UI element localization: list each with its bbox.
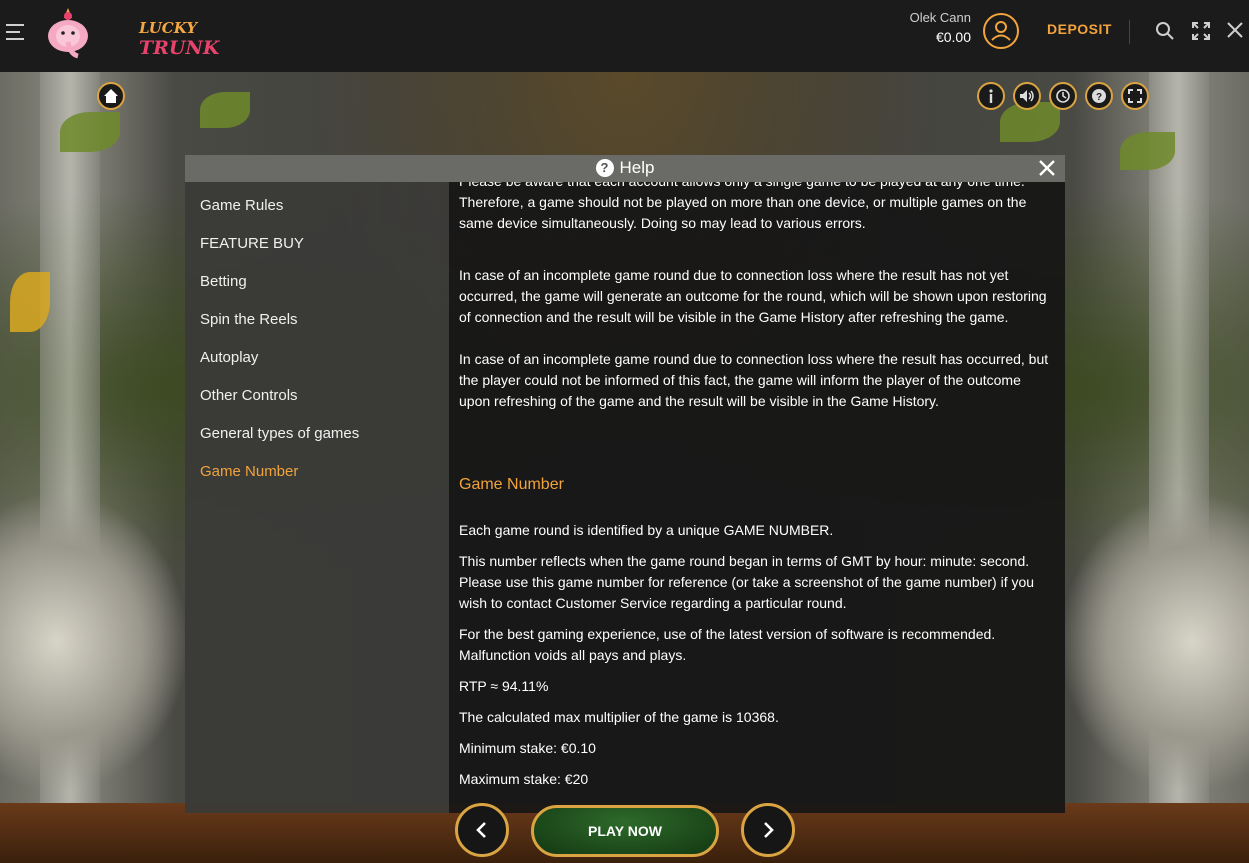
user-info: Olek Cann €0.00 <box>910 10 971 45</box>
user-name: Olek Cann <box>909 10 971 25</box>
help-dialog-header: ? Help <box>185 155 1065 182</box>
fullscreen-icon <box>1128 89 1142 103</box>
help-nav-autoplay[interactable]: Autoplay <box>200 349 258 366</box>
help-nav-spin-the-reels[interactable]: Spin the Reels <box>200 311 298 328</box>
help-content[interactable]: Please be aware that each account allows… <box>449 182 1065 813</box>
menu-icon[interactable] <box>6 24 26 40</box>
help-paragraph-gmt: This number reflects when the game round… <box>459 553 1035 611</box>
help-icon: ? <box>1092 89 1106 103</box>
help-max-stake: Maximum stake: €20 <box>459 771 589 787</box>
help-paragraph-incomplete-2: In case of an incomplete game round due … <box>459 351 1049 409</box>
site-logo[interactable]: LUCKY TRUNK <box>44 6 219 62</box>
help-section-title: Game Number <box>459 476 564 493</box>
chevron-right-icon <box>764 822 774 838</box>
help-paragraph-single-game: Please be aware that each account allows… <box>459 182 1027 231</box>
help-close-button[interactable] <box>1037 158 1057 178</box>
help-nav-game-rules[interactable]: Game Rules <box>200 197 283 214</box>
history-button[interactable] <box>1049 82 1077 110</box>
search-icon[interactable] <box>1155 21 1175 41</box>
help-paragraph-incomplete-1: In case of an incomplete game round due … <box>459 267 1047 325</box>
help-title-icon: ? <box>595 159 614 177</box>
expand-icon[interactable] <box>1191 21 1211 41</box>
home-icon <box>104 89 118 103</box>
logo-text-bottom: TRUNK <box>139 37 220 59</box>
help-nav-game-number[interactable]: Game Number <box>200 463 298 480</box>
elephant-logo-icon <box>48 8 88 59</box>
help-paragraph-game-number: Each game round is identified by a uniqu… <box>459 522 834 538</box>
help-nav-feature-buy[interactable]: FEATURE BUY <box>200 235 304 252</box>
sound-button[interactable] <box>1013 82 1041 110</box>
svg-text:?: ? <box>1096 92 1102 103</box>
help-button[interactable]: ? <box>1085 82 1113 110</box>
divider <box>1129 20 1130 44</box>
info-button[interactable] <box>977 82 1005 110</box>
help-paragraph-software: For the best gaming experience, use of t… <box>459 626 996 663</box>
help-sidebar: Game Rules FEATURE BUY Betting Spin the … <box>185 182 449 813</box>
fullscreen-button[interactable] <box>1121 82 1149 110</box>
user-balance: €0.00 <box>935 29 971 45</box>
chevron-left-icon <box>476 822 486 838</box>
help-rtp: RTP ≈ 94.11% <box>459 678 549 694</box>
next-button[interactable] <box>741 803 795 857</box>
logo-text-top: LUCKY <box>139 19 198 37</box>
help-min-stake: Minimum stake: €0.10 <box>459 740 596 756</box>
user-icon <box>991 21 1011 41</box>
previous-button[interactable] <box>455 803 509 857</box>
home-button[interactable] <box>97 82 125 110</box>
sound-icon <box>1020 90 1034 102</box>
help-nav-general-types[interactable]: General types of games <box>200 425 359 442</box>
close-icon <box>1039 160 1055 176</box>
top-bar: LUCKY TRUNK Olek Cann €0.00 DEPOSIT <box>0 0 1249 72</box>
help-max-multiplier: The calculated max multiplier of the gam… <box>459 709 779 725</box>
info-icon <box>989 89 993 103</box>
play-now-button[interactable]: PLAY NOW <box>531 805 719 857</box>
deposit-button[interactable]: DEPOSIT <box>1047 21 1112 37</box>
account-button[interactable] <box>983 13 1019 49</box>
help-nav-betting[interactable]: Betting <box>200 273 247 290</box>
close-icon[interactable] <box>1226 21 1246 41</box>
help-nav-other-controls[interactable]: Other Controls <box>200 387 298 404</box>
help-title: Help <box>619 158 655 177</box>
history-icon <box>1056 89 1070 103</box>
